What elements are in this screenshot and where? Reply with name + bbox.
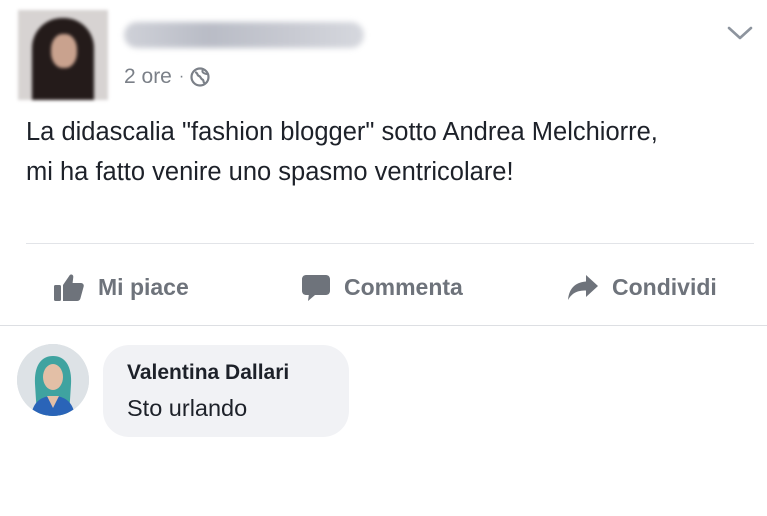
facebook-post-card: 2 ore · La didascalia "fashion blogger" …	[0, 0, 767, 516]
divider	[26, 243, 754, 244]
post-text: La didascalia "fashion blogger" sotto An…	[26, 118, 658, 186]
share-button[interactable]: Condividi	[566, 268, 717, 306]
chevron-down-icon[interactable]	[726, 24, 754, 42]
comment-bubble: Valentina Dallari Sto urlando	[103, 345, 349, 437]
like-icon	[52, 270, 86, 304]
share-icon	[566, 271, 600, 303]
comment-icon	[300, 271, 332, 303]
author-avatar-blurred[interactable]	[18, 10, 108, 100]
meta-separator: ·	[178, 68, 185, 85]
post-meta: 2 ore ·	[124, 64, 210, 90]
post-header: 2 ore ·	[0, 0, 767, 110]
like-label: Mi piace	[98, 274, 189, 300]
post-timestamp[interactable]: 2 ore	[124, 64, 172, 90]
like-button[interactable]: Mi piace	[52, 268, 189, 306]
author-name-blurred[interactable]	[124, 22, 364, 48]
commenter-avatar[interactable]	[17, 344, 89, 416]
comment-label: Commenta	[344, 274, 463, 300]
avatar-face-shape	[51, 34, 77, 68]
share-label: Condividi	[612, 274, 717, 300]
comment-button[interactable]: Commenta	[300, 268, 463, 306]
divider	[0, 325, 767, 326]
commenter-name[interactable]: Valentina Dallari	[127, 361, 289, 385]
comment-text: Sto urlando	[127, 395, 248, 421]
globe-icon[interactable]	[190, 67, 210, 87]
